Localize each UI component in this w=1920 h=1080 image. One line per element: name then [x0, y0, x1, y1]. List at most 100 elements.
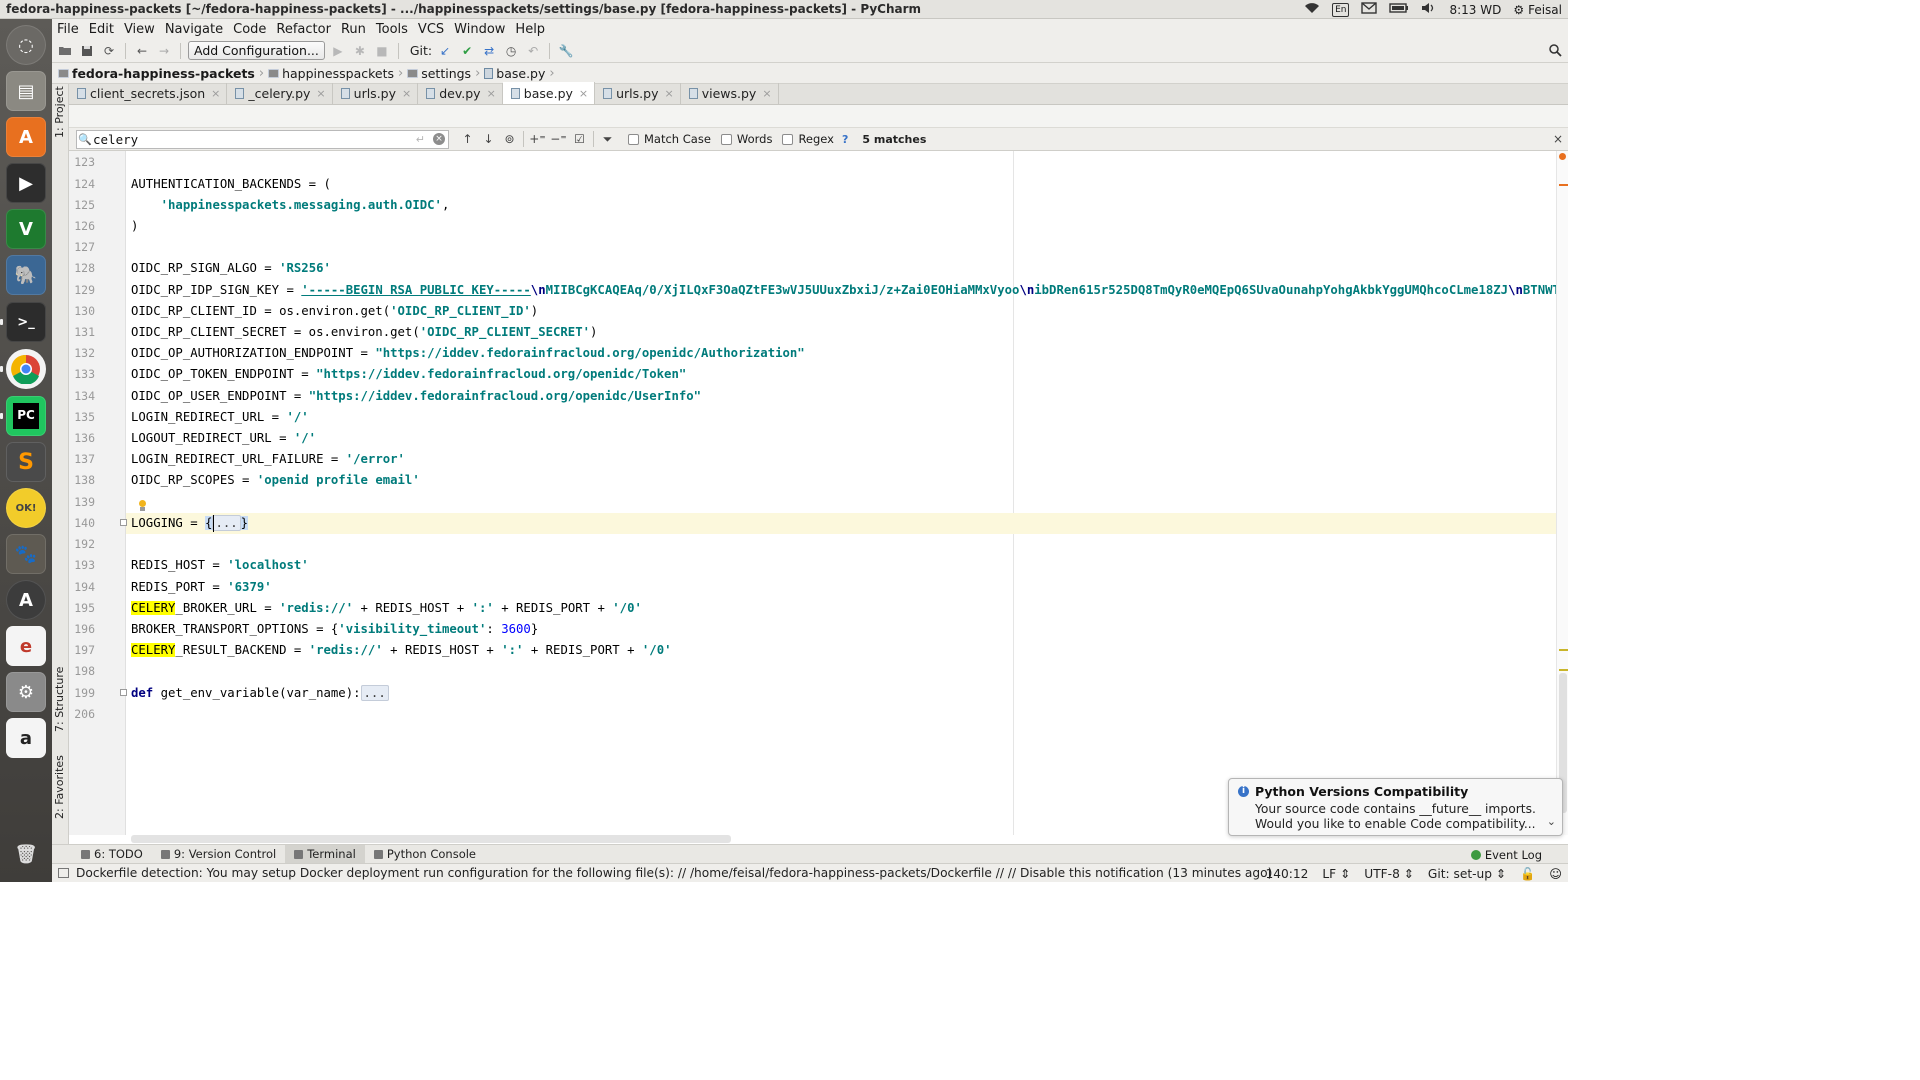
tool-window-todo[interactable]: 6: TODO: [72, 845, 152, 864]
stripe-mark[interactable]: [1559, 649, 1568, 651]
fold-marker-icon[interactable]: [120, 519, 127, 526]
launcher-software-center-icon[interactable]: A: [6, 117, 46, 157]
run-icon[interactable]: ▶: [329, 42, 347, 60]
horizontal-scrollbar[interactable]: [131, 835, 731, 843]
find-all-icon[interactable]: ⊚: [499, 132, 520, 146]
mail-icon[interactable]: [1361, 2, 1378, 17]
search-icon[interactable]: 🔍: [77, 133, 93, 146]
menu-vcs[interactable]: VCS: [413, 22, 449, 37]
folded-region[interactable]: ...: [360, 685, 389, 701]
launcher-gimp-icon[interactable]: 🐾: [6, 534, 46, 574]
tool-window-terminal[interactable]: Terminal: [285, 844, 365, 864]
menu-file[interactable]: File: [52, 22, 84, 37]
launcher-vim-icon[interactable]: V: [6, 209, 46, 249]
stripe-mark[interactable]: [1559, 669, 1568, 671]
checkbox-box[interactable]: [628, 133, 639, 145]
file-encoding[interactable]: UTF-8 ⇕: [1364, 867, 1414, 881]
launcher-amazon-icon[interactable]: a: [6, 718, 46, 758]
volume-icon[interactable]: [1421, 2, 1437, 17]
clock[interactable]: 8:13 WD: [1449, 3, 1501, 17]
close-icon[interactable]: ×: [402, 87, 411, 100]
project-tool-button[interactable]: 1: Project: [53, 86, 66, 138]
menu-tools[interactable]: Tools: [371, 22, 413, 37]
menu-navigate[interactable]: Navigate: [160, 22, 228, 37]
save-all-icon[interactable]: [78, 42, 96, 60]
code-editor[interactable]: [126, 151, 1556, 835]
words-checkbox[interactable]: Words: [720, 132, 772, 146]
next-occurrence-icon[interactable]: ↓: [478, 132, 499, 146]
close-icon[interactable]: ×: [579, 87, 588, 100]
clear-icon[interactable]: ×: [433, 133, 445, 145]
launcher-postgresql-icon[interactable]: 🐘: [6, 255, 46, 295]
menu-edit[interactable]: Edit: [84, 22, 119, 37]
tab-celery[interactable]: _celery.py ×: [227, 83, 333, 104]
git-revert-icon[interactable]: ↶: [524, 42, 542, 60]
python-compatibility-notification[interactable]: i Python Versions Compatibility Your sou…: [1228, 778, 1563, 836]
breadcrumb-settings[interactable]: settings: [407, 66, 471, 81]
menu-window[interactable]: Window: [449, 22, 510, 37]
debug-icon[interactable]: ✱: [351, 42, 369, 60]
fold-marker-icon[interactable]: [120, 689, 127, 696]
launcher-terminal-icon[interactable]: >_: [6, 302, 46, 342]
keyboard-language-indicator[interactable]: En: [1332, 2, 1350, 17]
menu-help[interactable]: Help: [510, 22, 550, 37]
git-commit-icon[interactable]: ✔: [458, 42, 476, 60]
favorites-tool-button[interactable]: 2: Favorites: [53, 755, 66, 819]
tab-client-secrets[interactable]: client_secrets.json ×: [69, 83, 228, 104]
previous-occurrence-icon[interactable]: ↑: [457, 132, 478, 146]
battery-icon[interactable]: [1389, 2, 1409, 17]
close-icon[interactable]: ×: [316, 87, 325, 100]
breadcrumb-package[interactable]: happinesspackets: [268, 66, 394, 81]
launcher-trash-icon[interactable]: 🗑: [6, 834, 46, 874]
launcher-sublime-icon[interactable]: S: [6, 442, 46, 482]
launcher-chrome-icon[interactable]: [6, 349, 46, 389]
select-all-occurrences-icon[interactable]: ☑: [569, 132, 590, 146]
forward-arrow-icon[interactable]: →: [155, 42, 173, 60]
git-branch[interactable]: Git: set-up ⇕: [1428, 867, 1506, 881]
launcher-videos-icon[interactable]: ▶: [6, 163, 46, 203]
wifi-icon[interactable]: [1304, 2, 1320, 17]
tab-urls-2[interactable]: urls.py ×: [595, 83, 681, 104]
synchronize-icon[interactable]: ⟳: [100, 42, 118, 60]
launcher-files-icon[interactable]: ▤: [6, 71, 46, 111]
line-separator[interactable]: LF ⇕: [1322, 867, 1350, 881]
menu-view[interactable]: View: [119, 22, 160, 37]
close-icon[interactable]: ×: [762, 87, 771, 100]
stripe-mark[interactable]: [1559, 184, 1568, 186]
tool-window-version-control[interactable]: 9: Version Control: [152, 845, 285, 864]
warning-icon[interactable]: [1559, 153, 1566, 160]
lock-icon[interactable]: 🔓: [1520, 867, 1535, 881]
add-configuration-button[interactable]: Add Configuration...: [188, 41, 325, 60]
menu-code[interactable]: Code: [228, 22, 271, 37]
notification-link[interactable]: Would you like to enable Code compatibil…: [1255, 817, 1536, 831]
add-occurrence-icon[interactable]: +⁼: [527, 132, 548, 146]
find-input[interactable]: 🔍 celery ↵ ×: [76, 129, 449, 149]
tab-views[interactable]: views.py ×: [681, 83, 779, 104]
git-history-icon[interactable]: ◷: [502, 42, 520, 60]
caret-position[interactable]: 140:12: [1266, 867, 1309, 881]
open-folder-icon[interactable]: [56, 42, 74, 60]
launcher-ok-app-icon[interactable]: OK!: [6, 488, 46, 528]
folded-region[interactable]: ...: [212, 515, 241, 531]
tab-base[interactable]: base.py ×: [502, 82, 596, 104]
session-menu[interactable]: ⚙ Feisal: [1513, 3, 1562, 17]
hector-icon[interactable]: ☺: [1549, 867, 1562, 881]
back-arrow-icon[interactable]: ←: [133, 42, 151, 60]
breadcrumb-file[interactable]: base.py: [484, 66, 545, 81]
intention-bulb-icon[interactable]: [137, 500, 147, 512]
checkbox-box[interactable]: [720, 133, 732, 145]
regex-help-link[interactable]: ?: [842, 133, 848, 146]
launcher-updater-icon[interactable]: A: [6, 580, 46, 620]
status-message[interactable]: Dockerfile detection: You may setup Dock…: [52, 866, 1272, 880]
stop-icon[interactable]: ■: [373, 42, 391, 60]
close-icon[interactable]: ×: [664, 87, 673, 100]
close-icon[interactable]: ×: [1553, 132, 1563, 146]
tool-window-python-console[interactable]: Python Console: [365, 845, 485, 864]
launcher-settings-icon[interactable]: ⚙: [6, 672, 46, 712]
tab-urls[interactable]: urls.py ×: [333, 83, 419, 104]
find-query[interactable]: celery: [93, 132, 416, 147]
launcher-text-editor-icon[interactable]: e: [6, 626, 46, 666]
structure-tool-button[interactable]: 7: Structure: [53, 667, 66, 732]
close-icon[interactable]: ×: [487, 87, 496, 100]
error-stripe[interactable]: [1556, 151, 1568, 835]
